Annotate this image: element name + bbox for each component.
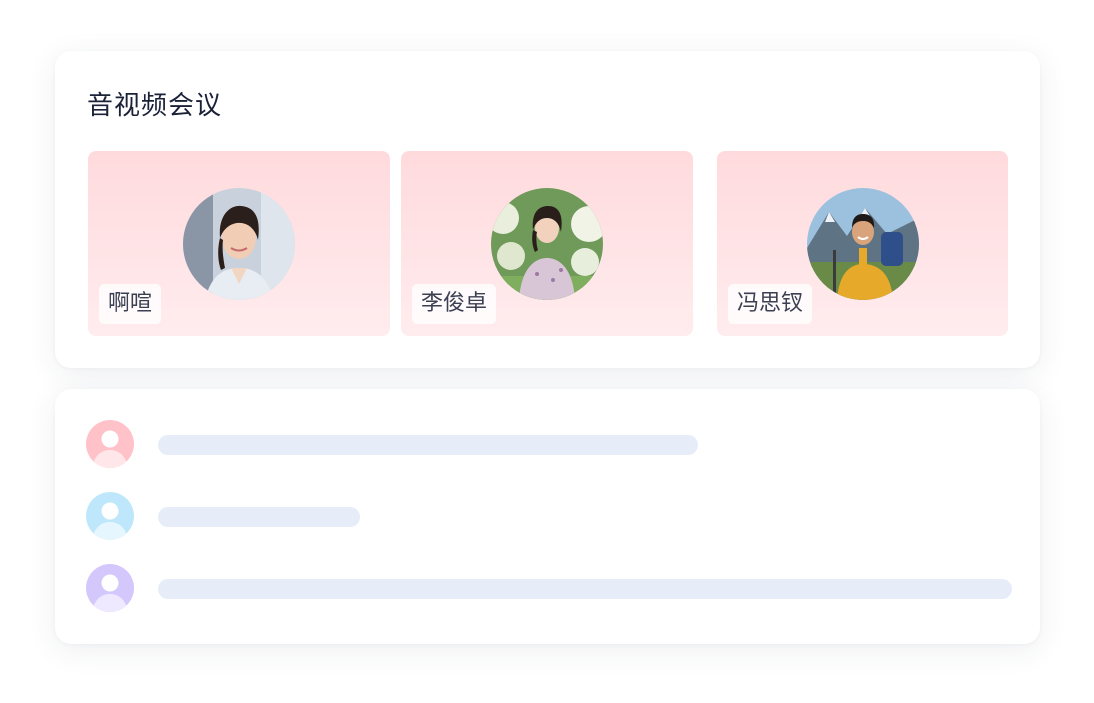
participant-tile-1[interactable]: 啊喧 [88, 151, 390, 336]
participant-name-1: 啊喧 [99, 284, 162, 324]
meeting-title: 音视频会议 [87, 91, 223, 121]
video-meeting-card: 音视频会议 啊喧 李俊卓 冯思钗 [55, 51, 1040, 368]
user-icon [86, 564, 134, 612]
participant-tile-2[interactable]: 李俊卓 [401, 151, 693, 336]
placeholder-text-bar [158, 579, 1012, 599]
participant-name-2: 李俊卓 [412, 284, 497, 324]
participant-list-card [55, 389, 1040, 644]
participant-tile-3[interactable]: 冯思钗 [717, 151, 1008, 336]
placeholder-text-bar [158, 435, 698, 455]
user-icon [86, 420, 134, 468]
participant-name-3: 冯思钗 [728, 284, 813, 324]
participant-avatar-2 [491, 188, 603, 300]
participant-avatar-1 [183, 188, 295, 300]
participant-avatar-3 [806, 188, 919, 300]
user-icon [86, 492, 134, 540]
placeholder-text-bar [158, 507, 360, 527]
